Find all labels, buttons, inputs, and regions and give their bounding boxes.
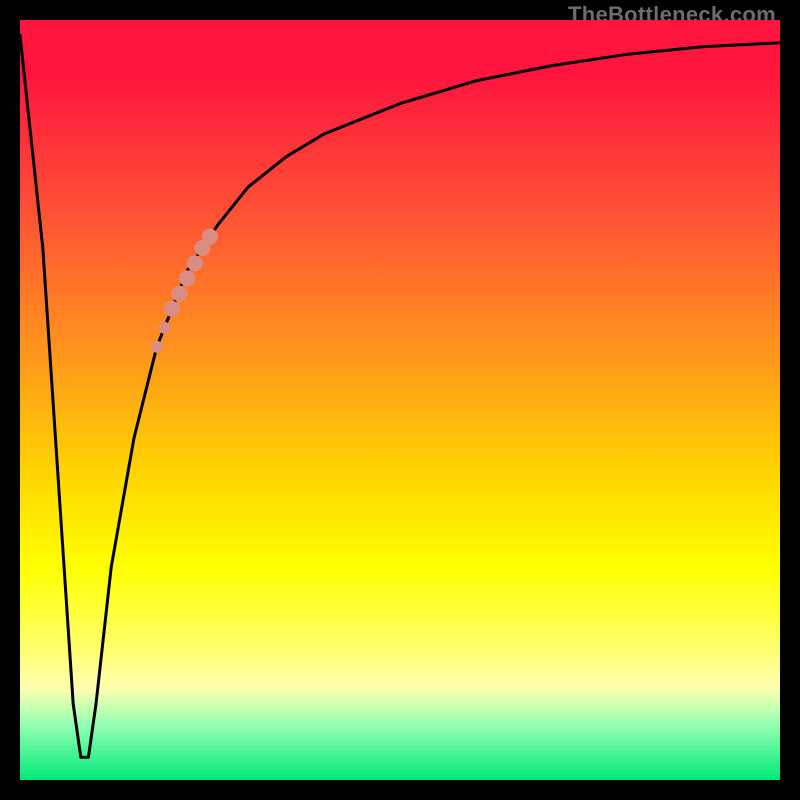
highlight-dot [202,229,218,245]
highlight-dot [164,301,180,317]
highlight-dot [179,270,195,286]
bottleneck-curve [20,35,780,757]
chart-container: TheBottleneck.com [0,0,800,800]
highlight-dot [172,286,188,302]
highlight-dot [158,322,170,334]
plot-area [20,20,780,780]
highlight-dot [187,255,203,271]
curve-layer [20,20,780,780]
highlight-dot [151,341,163,353]
